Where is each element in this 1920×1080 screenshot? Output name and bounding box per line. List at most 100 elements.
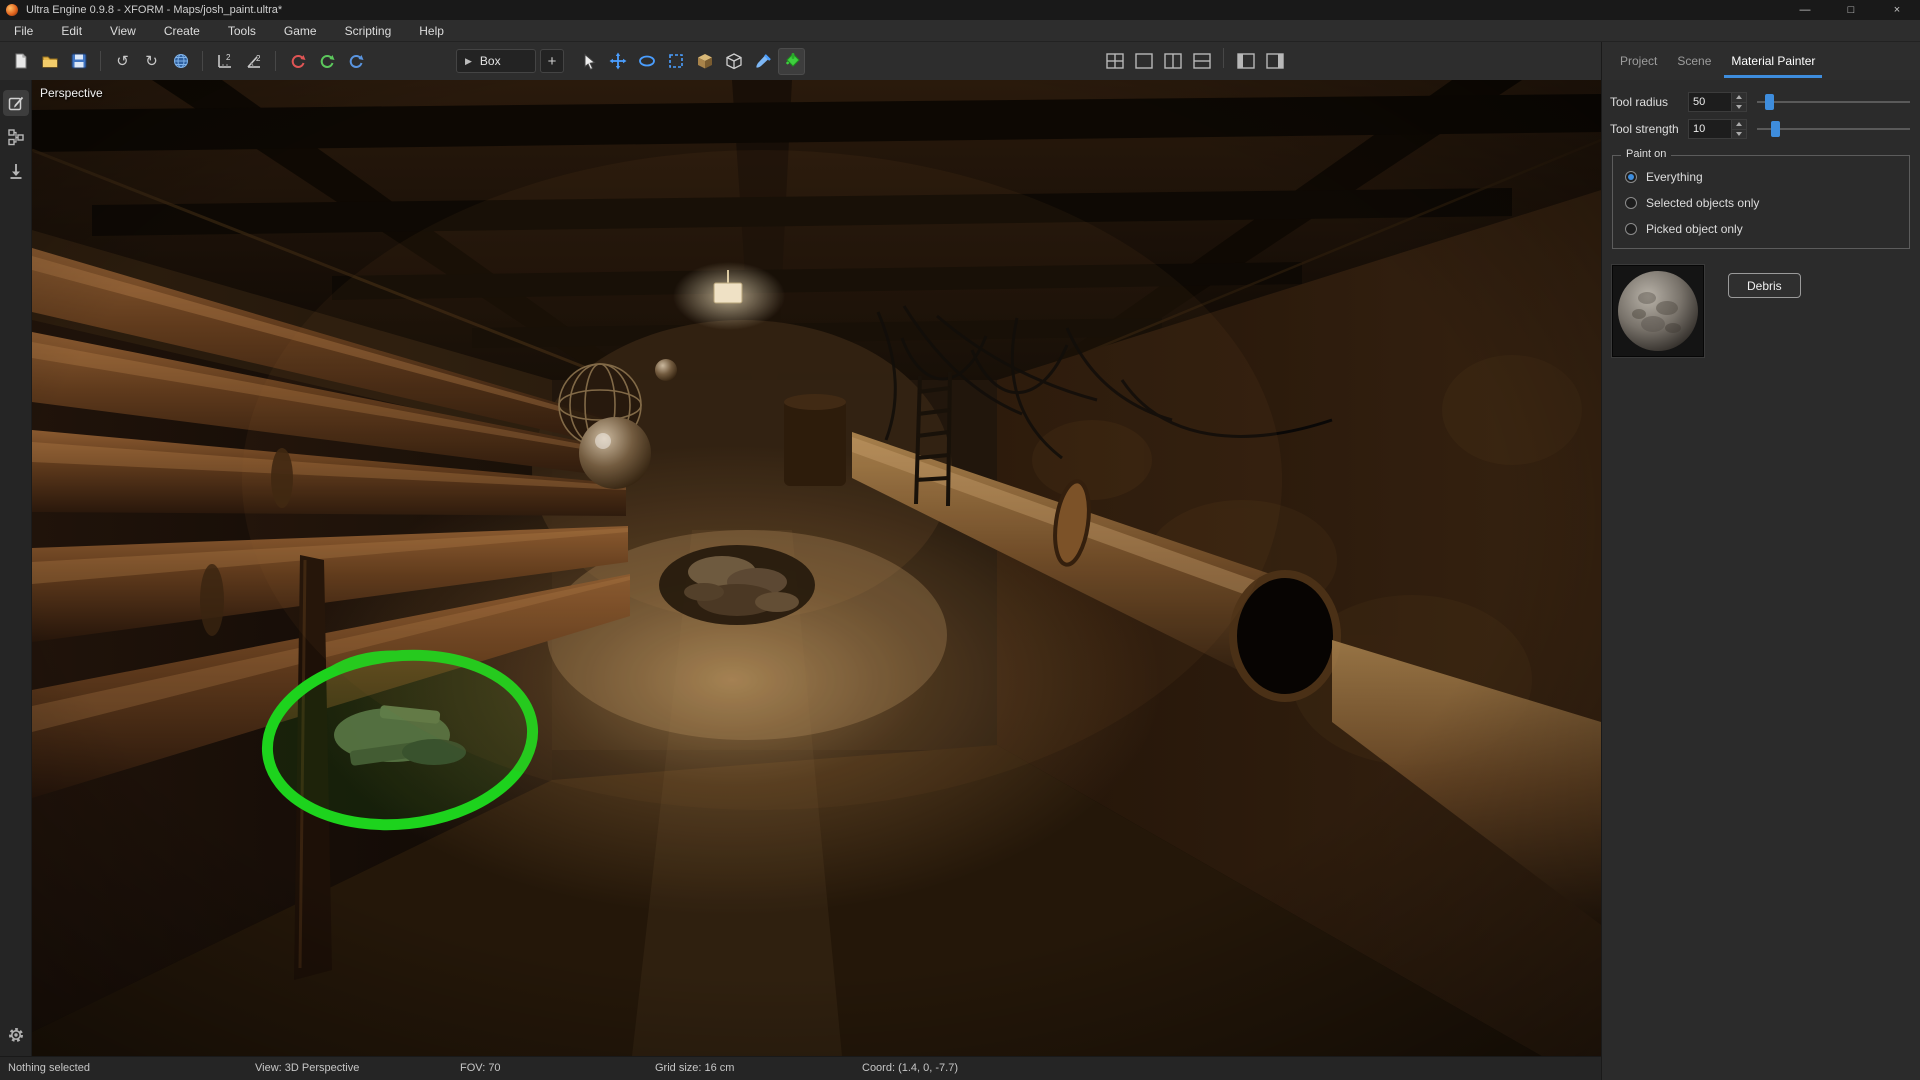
toolbar-separator xyxy=(275,51,276,71)
paint-brush-tool-button[interactable] xyxy=(749,48,776,75)
move-tool-button[interactable] xyxy=(604,48,631,75)
tool-radius-slider-handle[interactable] xyxy=(1765,94,1774,110)
menu-view[interactable]: View xyxy=(96,20,150,41)
open-button[interactable] xyxy=(36,48,63,75)
viewport-layout-group xyxy=(1100,48,1289,75)
toggle-left-panel-button[interactable] xyxy=(1232,48,1259,75)
tool-radius-spinner xyxy=(1732,92,1747,112)
play-icon: ▶ xyxy=(465,56,472,67)
scale-tool-button[interactable] xyxy=(662,48,689,75)
rotate-x-button[interactable] xyxy=(284,48,311,75)
select-tool-button[interactable] xyxy=(575,48,602,75)
cursor-icon xyxy=(580,52,598,70)
spin-up-icon xyxy=(1736,95,1742,99)
tool-radius-spin-down[interactable] xyxy=(1732,102,1746,112)
panel-right-icon xyxy=(1266,53,1284,69)
toggle-right-panel-button[interactable] xyxy=(1261,48,1288,75)
solid-brush-button[interactable] xyxy=(691,48,718,75)
tool-radius-label: Tool radius xyxy=(1610,95,1688,109)
tab-material-painter[interactable]: Material Painter xyxy=(1721,42,1825,80)
paint-on-legend: Paint on xyxy=(1621,148,1671,160)
new-file-button[interactable] xyxy=(7,48,34,75)
material-debris-button[interactable]: Debris xyxy=(1728,273,1801,298)
layout-two-rows-button[interactable] xyxy=(1188,48,1215,75)
window-title: Ultra Engine 0.9.8 - XFORM - Maps/josh_p… xyxy=(26,4,282,16)
layout-quad-button[interactable] xyxy=(1101,48,1128,75)
publish-button[interactable] xyxy=(167,48,194,75)
import-button[interactable] xyxy=(3,158,29,184)
material-paint-tool-button[interactable] xyxy=(778,48,805,75)
add-primitive-button[interactable]: + xyxy=(540,49,564,73)
menubar: File Edit View Create Tools Game Scripti… xyxy=(0,20,1920,42)
layout-two-columns-button[interactable] xyxy=(1159,48,1186,75)
toolbar: ↺ ↻ 2 xyxy=(0,42,1601,80)
close-button[interactable]: × xyxy=(1874,0,1920,20)
status-selection: Nothing selected xyxy=(8,1057,90,1080)
radio-everything-label: Everything xyxy=(1646,170,1703,184)
menu-file[interactable]: File xyxy=(0,20,47,41)
tool-strength-row: Tool strength xyxy=(1610,119,1912,139)
menu-tools[interactable]: Tools xyxy=(214,20,270,41)
spin-up-icon xyxy=(1736,122,1742,126)
material-thumbnail[interactable] xyxy=(1612,265,1704,357)
move-icon xyxy=(609,52,627,70)
tool-strength-slider-handle[interactable] xyxy=(1771,121,1780,137)
paint-on-group: Paint on Everything Selected objects onl… xyxy=(1612,155,1910,249)
menu-scripting[interactable]: Scripting xyxy=(331,20,406,41)
radio-picked-only[interactable] xyxy=(1625,223,1637,235)
material-name: Debris xyxy=(1747,279,1782,293)
rotate-z-button[interactable] xyxy=(342,48,369,75)
layout-quad-icon xyxy=(1106,53,1124,69)
menu-create[interactable]: Create xyxy=(150,20,214,41)
angle-snap-button[interactable]: 2 xyxy=(240,48,267,75)
tab-project[interactable]: Project xyxy=(1610,42,1667,80)
menu-help[interactable]: Help xyxy=(405,20,458,41)
tab-scene[interactable]: Scene xyxy=(1667,42,1721,80)
radio-everything[interactable] xyxy=(1625,171,1637,183)
download-icon xyxy=(7,162,25,180)
primitive-dropdown[interactable]: ▶ Box xyxy=(456,49,536,73)
main-area: ↺ ↻ 2 xyxy=(0,42,1920,1080)
tool-strength-spin-up[interactable] xyxy=(1732,120,1746,129)
tool-strength-label: Tool strength xyxy=(1610,122,1688,136)
edit-mode-button[interactable] xyxy=(3,90,29,116)
rotate-tool-button[interactable] xyxy=(633,48,660,75)
grid-snap-button[interactable]: 2 xyxy=(211,48,238,75)
viewport-3d[interactable]: Perspective xyxy=(32,80,1601,1056)
menu-edit[interactable]: Edit xyxy=(47,20,96,41)
toolbar-separator xyxy=(202,51,203,71)
layout-two-columns-icon xyxy=(1164,53,1182,69)
tool-radius-input[interactable] xyxy=(1688,92,1732,112)
panel-tabs: Project Scene Material Painter xyxy=(1602,42,1920,80)
radio-selected-only-label: Selected objects only xyxy=(1646,196,1759,210)
radio-picked-only-label: Picked object only xyxy=(1646,222,1743,236)
svg-text:2: 2 xyxy=(256,54,261,63)
hierarchy-button[interactable] xyxy=(3,124,29,150)
minimize-button[interactable]: — xyxy=(1782,0,1828,20)
status-fov: FOV: 70 xyxy=(460,1057,501,1080)
menu-game[interactable]: Game xyxy=(270,20,331,41)
tool-radius-spin-up[interactable] xyxy=(1732,93,1746,102)
status-view: View: 3D Perspective xyxy=(255,1057,359,1080)
layout-single-button[interactable] xyxy=(1130,48,1157,75)
settings-button[interactable] xyxy=(3,1022,29,1048)
tool-radius-slider[interactable] xyxy=(1757,92,1912,112)
rotate-y-button[interactable] xyxy=(313,48,340,75)
gear-icon xyxy=(7,1026,25,1044)
rotate-x-icon xyxy=(289,52,307,70)
maximize-button[interactable]: □ xyxy=(1828,0,1874,20)
paint-on-option-selected-only[interactable]: Selected objects only xyxy=(1625,196,1897,210)
undo-button[interactable]: ↺ xyxy=(109,48,136,75)
redo-button[interactable]: ↻ xyxy=(138,48,165,75)
tool-strength-slider[interactable] xyxy=(1757,119,1912,139)
layout-single-icon xyxy=(1135,53,1153,69)
radio-selected-only[interactable] xyxy=(1625,197,1637,209)
tool-strength-input[interactable] xyxy=(1688,119,1732,139)
paint-on-option-everything[interactable]: Everything xyxy=(1625,170,1897,184)
save-button[interactable] xyxy=(65,48,92,75)
spin-down-icon xyxy=(1736,132,1742,136)
wireframe-brush-button[interactable] xyxy=(720,48,747,75)
toolbar-separator xyxy=(100,51,101,71)
paint-on-option-picked-only[interactable]: Picked object only xyxy=(1625,222,1897,236)
tool-strength-spin-down[interactable] xyxy=(1732,129,1746,139)
